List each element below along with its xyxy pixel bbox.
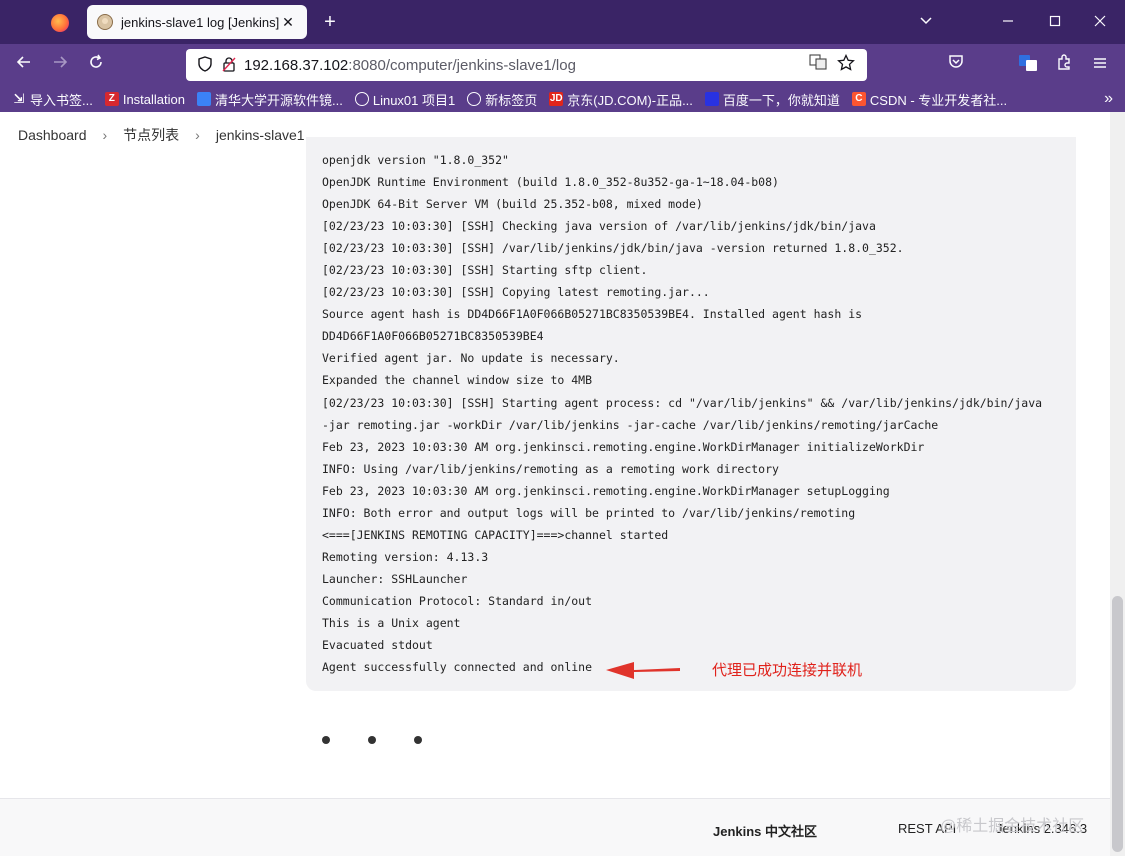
breadcrumb-chevron-icon: › [195, 126, 200, 143]
url-host: 192.168.37.102 [244, 56, 349, 74]
log-line: INFO: Both error and output logs will be… [322, 505, 856, 520]
insecure-lock-icon[interactable] [220, 56, 238, 74]
bookmark-item[interactable]: 百度一下，你就知道 [704, 90, 840, 109]
log-line: Communication Protocol: Standard in/out [322, 593, 593, 608]
bookmark-item[interactable]: JD 京东(JD.COM)-正品... [549, 90, 693, 109]
translate-extension-icon[interactable] [1016, 53, 1040, 77]
globe-icon [354, 92, 369, 106]
tab-list-chevron-icon[interactable] [914, 10, 938, 34]
log-line: openjdk version "1.8.0_352" [322, 153, 509, 167]
navigation-toolbar: 192.168.37.102:8080/computer/jenkins-sla… [0, 44, 1125, 86]
breadcrumb-chevron-icon: › [102, 126, 108, 143]
bookmarks-toolbar: ⇲ 导入书签... Z Installation 清华大学开源软件镜... Linux01… [0, 86, 1125, 112]
bookmark-item[interactable]: C CSDN - 专业开发者社... [851, 90, 1008, 109]
url-text[interactable]: 192.168.37.102:8080/computer/jenkins-sla… [244, 57, 801, 74]
log-line: OpenJDK Runtime Environment (build 1.8.0… [322, 175, 779, 190]
log-line: INFO: Using /var/lib/jenkins/remoting as… [322, 461, 779, 476]
close-window-icon[interactable] [1088, 10, 1112, 34]
annotation-text: 代理已成功连接并联机 [712, 662, 863, 679]
footer-community-link[interactable]: Jenkins 中文社区 [713, 821, 817, 840]
page-scrollbar[interactable] [1110, 112, 1125, 856]
log-line: Feb 23, 2023 10:03:30 AM org.jenkinsci.r… [322, 439, 925, 454]
annotation-callout: 代理已成功连接并联机 [604, 653, 894, 687]
bookmark-favicon-icon: Z [104, 92, 119, 106]
firefox-icon [51, 14, 69, 32]
url-path: :8080/computer/jenkins-slave1/log [348, 56, 576, 74]
translate-icon[interactable] [807, 54, 829, 76]
bookmark-label: 京东(JD.COM)-正品... [567, 92, 693, 108]
bookmark-label: 新标签页 [485, 92, 538, 108]
bookmark-item[interactable]: Z Installation [104, 91, 185, 107]
tab-title: jenkins-slave1 log [Jenkins] [121, 14, 279, 30]
log-line: DD4D66F1A0F066B05271BC8350539BE4 [322, 329, 544, 344]
jenkins-favicon-icon [97, 14, 113, 30]
log-line: OpenJDK 64-Bit Server VM (build 25.352-b… [322, 197, 703, 212]
extensions-puzzle-icon[interactable] [1052, 53, 1076, 77]
back-arrow-icon[interactable] [12, 53, 36, 77]
bookmark-item[interactable]: ⇲ 导入书签... [12, 90, 93, 109]
log-line: This is a Unix agent [322, 615, 461, 630]
bookmark-star-icon[interactable] [835, 53, 857, 76]
jenkins-page: Dashboard › 节点列表 › jenkins-slave1 openjd… [0, 112, 1110, 856]
baidu-icon [704, 92, 719, 106]
log-line: [02/23/23 10:03:30] [SSH] /var/lib/jenki… [322, 241, 904, 256]
log-line: Feb 23, 2023 10:03:30 AM org.jenkinsci.r… [322, 483, 890, 498]
log-line: [02/23/23 10:03:30] [SSH] Copying latest… [322, 285, 710, 300]
log-line: Source agent hash is DD4D66F1A0F066B0527… [322, 307, 863, 322]
tab-close-icon[interactable]: ✕ [279, 14, 297, 31]
scrollbar-thumb[interactable] [1112, 596, 1123, 852]
log-line: [02/23/23 10:03:30] [SSH] Checking java … [322, 219, 876, 234]
dot [368, 736, 376, 744]
log-line: Expanded the channel window size to 4MB [322, 373, 593, 388]
bookmark-item[interactable]: 新标签页 [467, 90, 537, 109]
watermark: @稀土掘金技术社区 [940, 818, 1085, 835]
bookmark-label: 清华大学开源软件镜... [215, 92, 343, 108]
reload-icon[interactable] [84, 53, 108, 77]
firefox-view-tab[interactable] [40, 8, 80, 38]
bookmark-label: CSDN - 专业开发者社... [869, 92, 1008, 108]
tab-jenkins-log[interactable]: jenkins-slave1 log [Jenkins] ✕ [87, 5, 307, 39]
log-line: [02/23/23 10:03:30] [SSH] Starting sftp … [322, 263, 648, 278]
breadcrumb-node-list[interactable]: 节点列表 [123, 125, 179, 145]
bookmark-item[interactable]: 清华大学开源软件镜... [197, 90, 343, 109]
new-tab-button[interactable]: + [318, 10, 342, 34]
log-line: Verified agent jar. No update is necessa… [322, 351, 620, 366]
red-arrow-icon [606, 662, 680, 679]
shield-icon[interactable] [196, 56, 214, 74]
import-icon: ⇲ [13, 91, 25, 106]
maximize-icon[interactable] [1043, 10, 1067, 34]
bookmark-label: Linux01 项目1 [372, 92, 456, 108]
bookmark-favicon-icon: C [851, 92, 866, 106]
log-line: <===[JENKINS REMOTING CAPACITY]===>chann… [322, 527, 669, 542]
dot [322, 736, 330, 744]
bookmark-favicon-icon: JD [549, 92, 564, 106]
minimize-icon[interactable] [996, 10, 1020, 34]
menu-hamburger-icon[interactable] [1088, 53, 1112, 77]
globe-icon [467, 92, 482, 106]
breadcrumb-dashboard[interactable]: Dashboard [18, 127, 87, 143]
bookmark-label: 导入书签... [30, 92, 93, 108]
log-line: Launcher: SSHLauncher [322, 571, 468, 586]
forward-arrow-icon[interactable] [48, 53, 72, 77]
log-line: Remoting version: 4.13.3 [322, 549, 489, 564]
tab-bar: jenkins-slave1 log [Jenkins] ✕ + [0, 0, 1125, 44]
bookmarks-overflow-chevron-icon[interactable]: » [1104, 86, 1113, 112]
tsinghua-icon [197, 92, 211, 106]
bookmark-label: Installation [122, 91, 185, 107]
log-line: [02/23/23 10:03:30] [SSH] Starting agent… [322, 395, 1043, 410]
breadcrumb-node[interactable]: jenkins-slave1 [216, 127, 305, 143]
console-log-output: openjdk version "1.8.0_352" OpenJDK Runti… [306, 137, 1076, 691]
bookmark-item[interactable]: Linux01 项目1 [354, 90, 456, 109]
loading-dots [322, 736, 460, 744]
dot [414, 736, 422, 744]
address-bar[interactable]: 192.168.37.102:8080/computer/jenkins-sla… [186, 49, 867, 81]
pocket-icon[interactable] [944, 53, 968, 77]
bookmark-label: 百度一下，你就知道 [722, 92, 840, 108]
log-line: -jar remoting.jar -workDir /var/lib/jenk… [322, 417, 939, 432]
